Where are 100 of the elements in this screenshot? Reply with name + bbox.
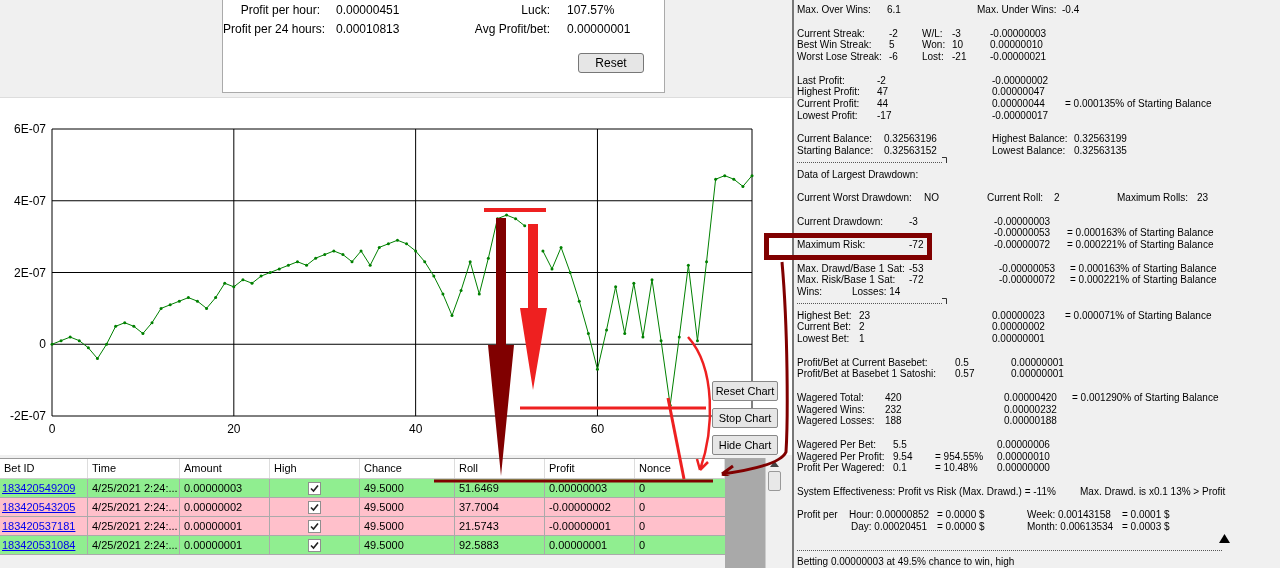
stat-text: Maximum Risk:: [797, 239, 867, 251]
high-checkbox[interactable]: [308, 500, 321, 514]
stat-text: Max. Risk/Base 1 Sat:: [797, 274, 897, 286]
stat-text: Betting 0.00000003 at 49.5% chance to win, high: [797, 556, 1016, 568]
stat-text: 1: [859, 333, 866, 345]
stat-text: Current Balance:: [797, 133, 874, 145]
stat-text: Wins:: [797, 286, 823, 298]
reset-button[interactable]: Reset: [578, 53, 644, 73]
table-cell: 4/25/2021 2:24:...: [88, 498, 180, 516]
stat-text: 0.00000047: [992, 86, 1046, 98]
stat-text: 44: [877, 98, 890, 110]
table-cell-text: 0: [638, 538, 647, 553]
chart-button[interactable]: Reset Chart: [712, 381, 778, 401]
table-cell: 4/25/2021 2:24:...: [88, 517, 180, 535]
stat-text: -53: [909, 262, 925, 275]
stat-text: Starting Balance:: [797, 145, 875, 157]
stat-text: = 0.000163% of Starting Balance: [1067, 227, 1215, 239]
table-row[interactable]: 183420531084 4/25/2021 2:24:... 0.00000001 49.5000 92.5883 0.00000001 0: [0, 536, 725, 555]
stat-text: 188: [885, 415, 903, 427]
stat-text: -0.00000017: [992, 109, 1050, 122]
stat-text: 10: [952, 39, 965, 51]
stat-text: 0.00000420: [1004, 391, 1058, 404]
stat-text: System Effectiveness: Profit vs Risk (Max. Drawd.) = -11%: [797, 485, 1057, 498]
stat-text: Worst Lose Streak:: [797, 51, 883, 63]
table-cell: -0.00000001: [545, 517, 635, 535]
stat-text: 0.32563196: [884, 133, 938, 145]
stat-text: = 0.0000 $: [937, 509, 986, 521]
bet-id-link[interactable]: 183420531084: [2, 539, 76, 551]
corner-mark-icon: [942, 157, 947, 164]
stat-text: Profit/Bet at Basebet 1 Satoshi:: [797, 368, 937, 380]
stat-text: Wagered Total:: [797, 391, 865, 404]
chart-button[interactable]: Hide Chart: [712, 435, 778, 455]
table-cell: 0.00000001: [545, 536, 635, 554]
stat-text: Current Drawdown:: [797, 215, 885, 228]
stat-text: 0.00000001: [1011, 356, 1065, 369]
x-tick-label: 40: [408, 422, 423, 436]
high-checkbox[interactable]: [308, 519, 321, 533]
stat-value: 0.00000001: [566, 20, 631, 38]
table-row[interactable]: 183420537181 4/25/2021 2:24:... 0.00000001 49.5000 21.5743 -0.00000001 0: [0, 517, 725, 536]
stat-text: Wagered Wins:: [797, 403, 866, 416]
scrollbar[interactable]: [765, 458, 782, 568]
stat-text: -0.00000053: [999, 262, 1057, 275]
stat-text: 0.32563135: [1074, 145, 1128, 157]
stat-text: 0.00000000: [997, 462, 1051, 474]
stat-text: Month: 0.00613534: [1027, 521, 1115, 533]
stat-text: Current Streak:: [797, 27, 866, 40]
stat-text: 0.00000010: [990, 39, 1044, 51]
scroll-thumb[interactable]: [767, 471, 781, 491]
stat-text: -2: [889, 27, 899, 40]
y-tick-label: 6E-07: [13, 122, 46, 136]
stat-text: -21: [952, 51, 968, 63]
chart-button[interactable]: Stop Chart: [712, 408, 778, 428]
table-row[interactable]: 183420543205 4/25/2021 2:24:... 0.00000002 49.5000 37.7004 -0.00000002 0: [0, 498, 725, 517]
stat-text: Current Roll:: [987, 192, 1045, 204]
table-cell: 0.00000003: [180, 479, 270, 497]
stat-text: 0.5: [955, 356, 970, 369]
table-cell: 49.5000: [360, 498, 455, 516]
stat-text: -2: [877, 74, 887, 87]
y-tick-label: -2E-07: [9, 409, 46, 423]
stat-text: = 0.000163% of Starting Balance: [1070, 262, 1218, 275]
table-row[interactable]: 183420549209 4/25/2021 2:24:... 0.00000003 49.5000 51.6469 0.00000003 0: [0, 479, 725, 498]
stat-text: Highest Balance:: [992, 133, 1069, 145]
stat-text: Highest Bet:: [797, 309, 853, 322]
x-tick-label: 60: [590, 422, 605, 436]
stat-text: = 954.55%: [935, 450, 985, 463]
y-tick-label: 2E-07: [13, 265, 46, 280]
stat-text: -0.00000003: [994, 215, 1052, 228]
stat-text: -72: [909, 239, 925, 251]
stat-text: -6: [889, 51, 899, 63]
stat-text: 0.32563152: [884, 145, 938, 157]
stat-text: -0.00000072: [994, 239, 1052, 251]
y-tick-label: 4E-07: [13, 193, 46, 208]
stat-text: Current Bet:: [797, 321, 852, 333]
bet-id-link[interactable]: 183420543205: [2, 501, 76, 513]
stat-text: Profit/Bet at Current Basebet:: [797, 356, 929, 369]
scroll-up-icon[interactable]: [769, 461, 779, 467]
table-cell-text: 0: [638, 500, 647, 515]
stat-text: 23: [859, 309, 872, 322]
bet-id-link[interactable]: 183420537181: [2, 520, 76, 532]
stat-text: Won:: [922, 39, 947, 51]
stat-text: = 0.0001 $: [1122, 509, 1171, 521]
stat-text: Current Worst Drawdown:: [797, 192, 913, 204]
stat-text: Highest Profit:: [797, 86, 861, 98]
high-checkbox[interactable]: [308, 538, 321, 552]
bet-id-link[interactable]: 183420549209: [2, 482, 76, 494]
stat-text: Day: 0.00020451: [851, 521, 929, 533]
stat-text: 2: [859, 321, 866, 333]
stat-text: 9.54: [893, 450, 914, 463]
high-checkbox[interactable]: [308, 481, 321, 495]
stat-text: NO: [924, 192, 940, 204]
stat-text: -17: [877, 109, 893, 122]
stat-text: Max. Drawd/Base 1 Sat:: [797, 262, 906, 275]
stat-text: 5.5: [893, 438, 908, 451]
stat-text: 0.00000001: [1011, 368, 1065, 380]
stat-text: 6.1: [887, 4, 902, 16]
table-cell: 0.00000001: [180, 517, 270, 535]
stat-text: -0.00000053: [994, 227, 1052, 239]
table-cell: 37.7004: [455, 498, 545, 516]
stat-text: = 0.001290% of Starting Balance: [1072, 391, 1220, 404]
stat-text: -0.00000002: [992, 74, 1050, 87]
